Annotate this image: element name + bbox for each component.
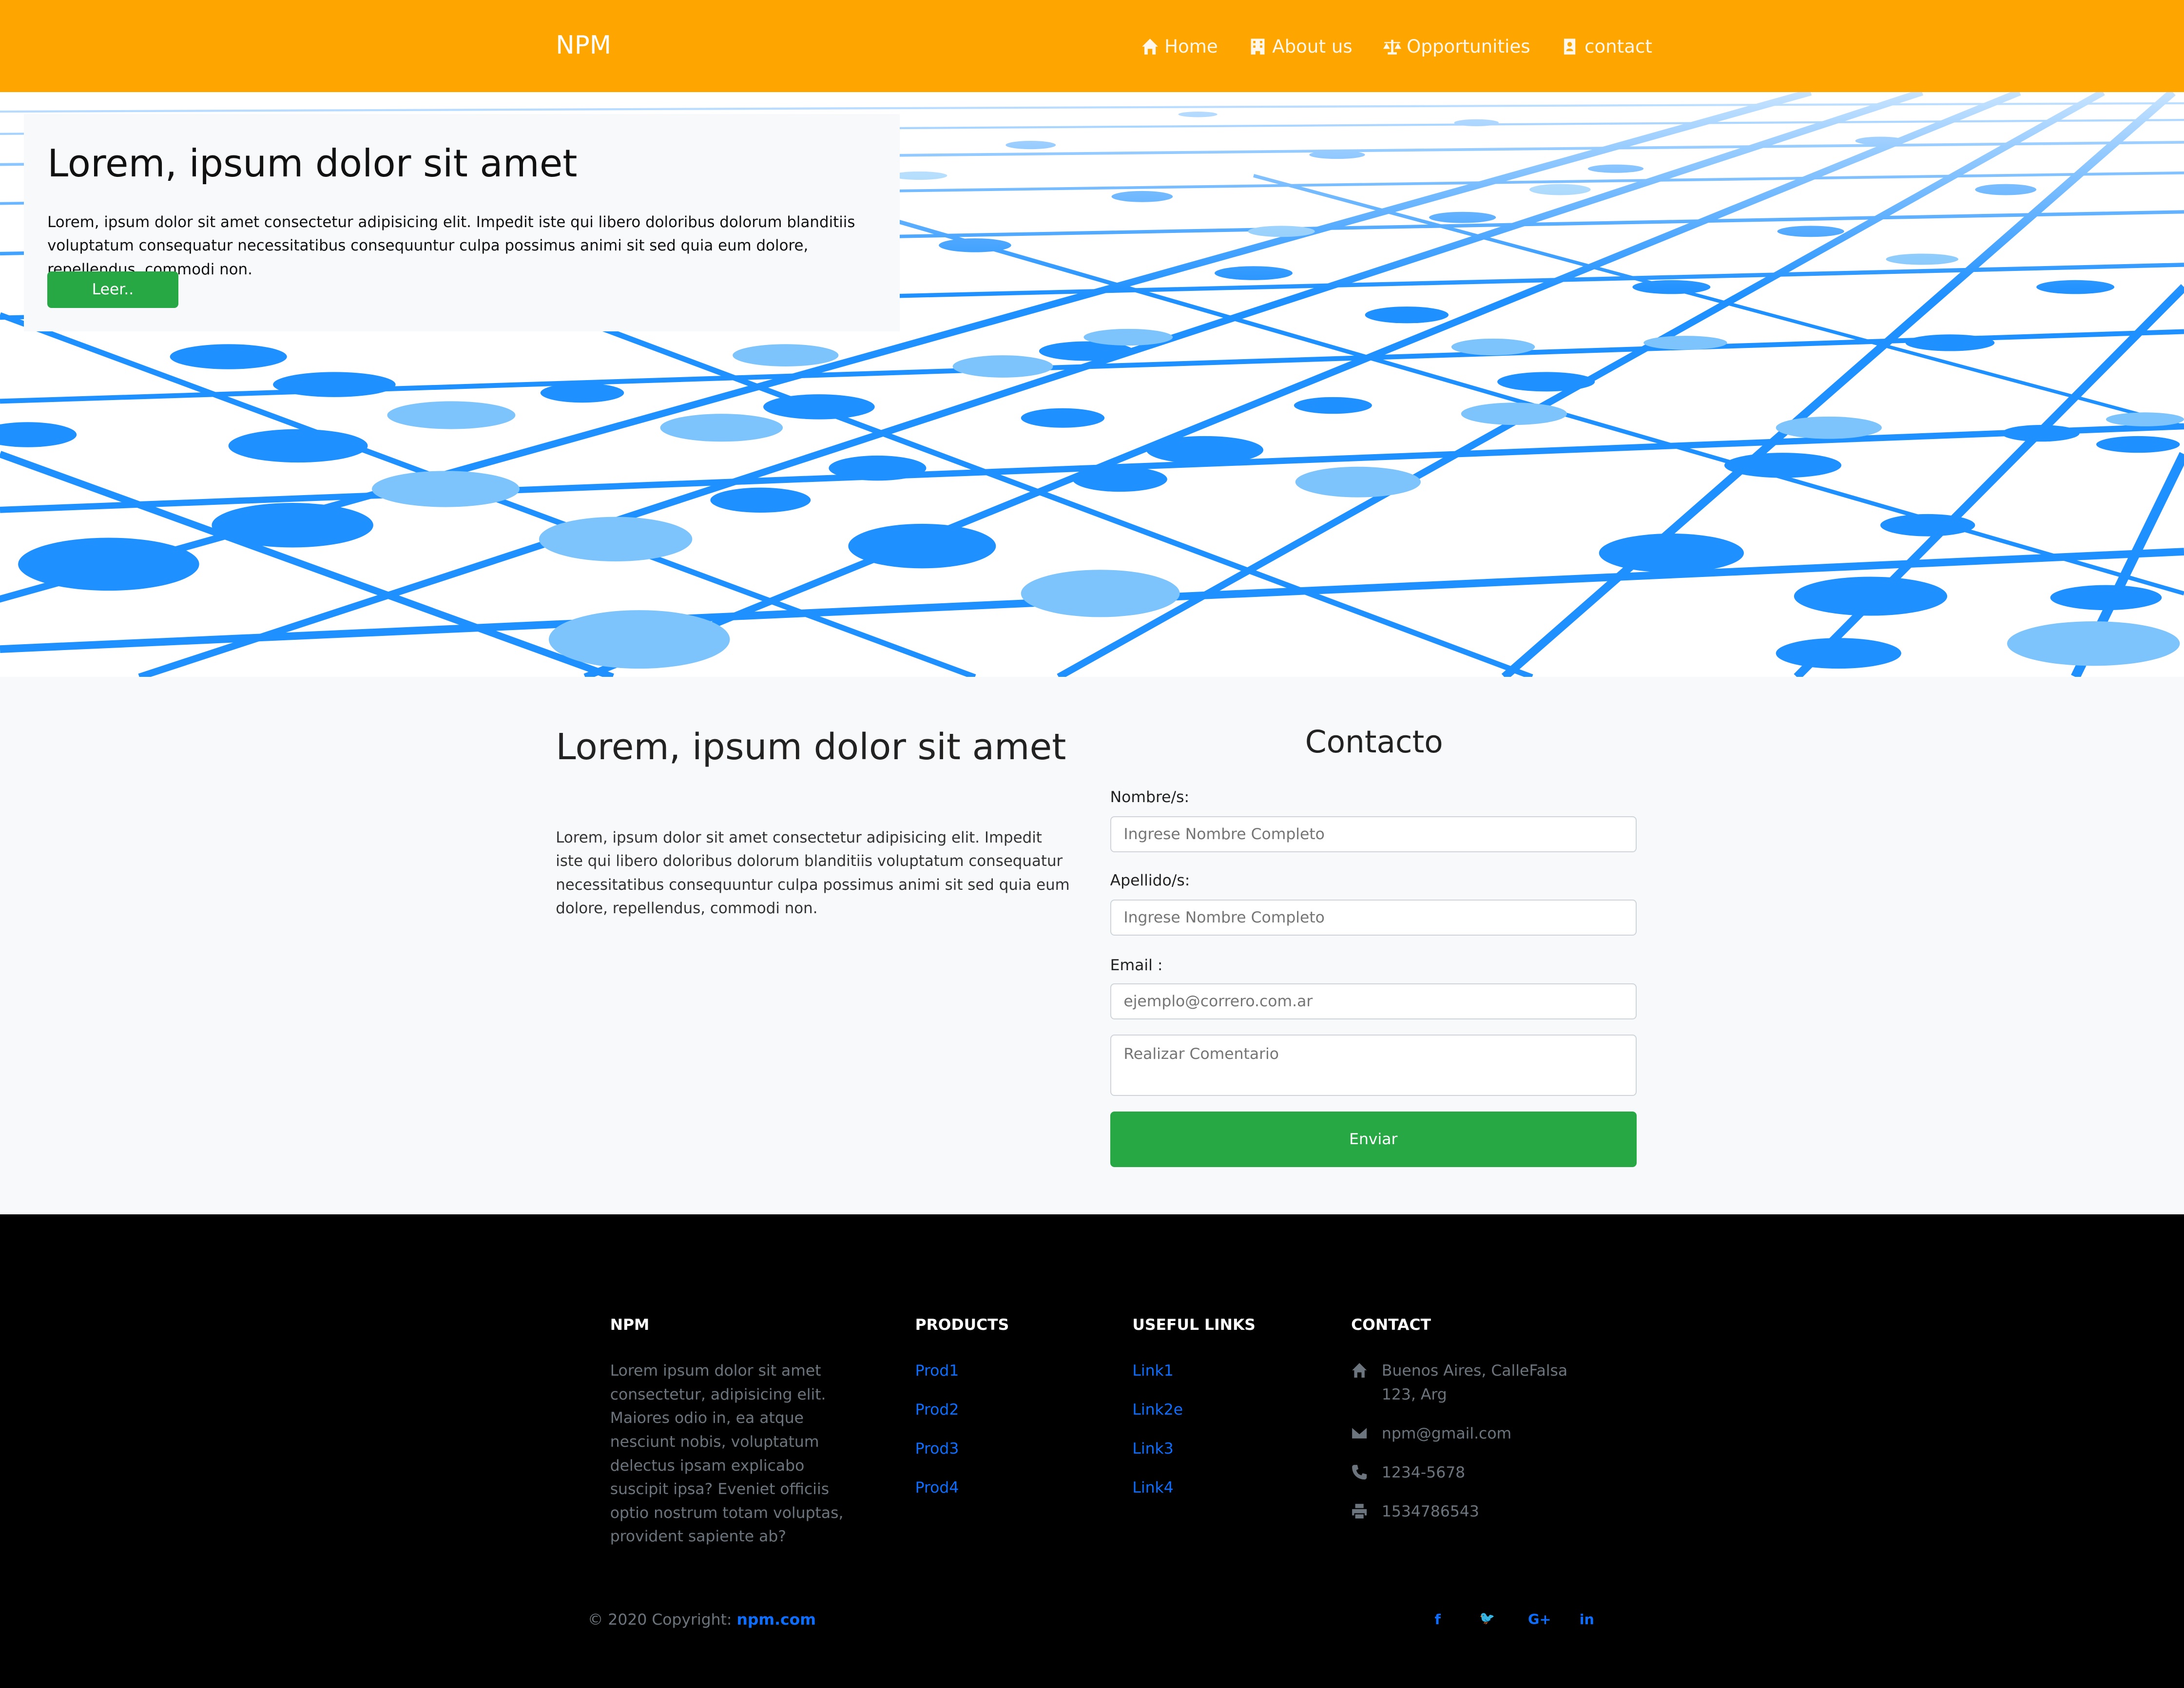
address-text: Buenos Aires, CalleFalsa 123, Arg [1381, 1362, 1568, 1403]
read-more-button[interactable]: Leer.. [47, 271, 178, 308]
email-label: Email : [1110, 957, 1163, 975]
footer-contact-heading: CONTACT [1351, 1316, 1431, 1334]
home-icon [1141, 38, 1158, 55]
useful-link[interactable]: Link1 [1132, 1362, 1173, 1380]
building-icon [1251, 38, 1265, 55]
footer-phone: 1234-5678 [1351, 1461, 1465, 1485]
linkedin-icon[interactable]: in [1580, 1611, 1594, 1628]
copyright-text: © 2020 Copyright: [587, 1611, 732, 1629]
email-text: npm@gmail.com [1381, 1424, 1512, 1442]
google-plus-icon[interactable]: G+ [1528, 1611, 1551, 1628]
footer: NPM Lorem ipsum dolor sit amet consectet… [0, 1214, 2184, 1688]
home-icon [1352, 1363, 1367, 1378]
copyright-link[interactable]: npm.com [736, 1611, 816, 1629]
address-book-icon [1564, 38, 1576, 55]
footer-address: Buenos Aires, CalleFalsa 123, Arg [1351, 1359, 1595, 1406]
nav-item-home[interactable]: Home [1141, 36, 1218, 57]
name-label: Nombre/s: [1110, 788, 1190, 806]
balance-scale-icon [1383, 39, 1401, 55]
hero-card: Lorem, ipsum dolor sit amet Lorem, ipsum… [23, 114, 900, 332]
footer-about-text: Lorem ipsum dolor sit amet consectetur, … [610, 1362, 844, 1546]
useful-link[interactable]: Link3 [1132, 1440, 1173, 1458]
lastname-field[interactable] [1110, 900, 1637, 936]
facebook-icon[interactable]: f [1435, 1611, 1441, 1628]
nav-item-label: About us [1272, 36, 1353, 58]
footer-fax: 1534786543 [1351, 1500, 1479, 1524]
footer-links-heading: USEFUL LINKS [1132, 1316, 1256, 1334]
phone-icon [1352, 1464, 1367, 1479]
nav-item-contact[interactable]: contact [1561, 36, 1652, 57]
navbar: NPM Home About us Opportunities contact [0, 0, 2184, 92]
twitter-icon[interactable]: 🐦 [1479, 1611, 1495, 1626]
name-field[interactable] [1110, 816, 1637, 852]
nav-item-label: Opportunities [1407, 36, 1530, 58]
main-title: Lorem, ipsum dolor sit amet [556, 725, 1066, 768]
nav-item-label: Home [1164, 36, 1218, 58]
copyright: © 2020 Copyright: npm.com [588, 1611, 816, 1629]
footer-products-heading: PRODUCTS [915, 1316, 1009, 1334]
hero-title: Lorem, ipsum dolor sit amet [47, 142, 578, 186]
product-link[interactable]: Prod1 [915, 1362, 959, 1380]
nav-menu: Home About us Opportunities contact [1141, 36, 1652, 57]
comment-field[interactable] [1110, 1035, 1637, 1096]
useful-link[interactable]: Link2e [1132, 1401, 1183, 1419]
nav-item-about[interactable]: About us [1249, 36, 1353, 57]
lastname-label: Apellido/s: [1110, 871, 1190, 889]
nav-item-opportunities[interactable]: Opportunities [1383, 36, 1530, 57]
navbar-brand[interactable]: NPM [556, 31, 611, 60]
main-text: Lorem, ipsum dolor sit amet consectetur … [556, 828, 1070, 918]
hero-text: Lorem, ipsum dolor sit amet consectetur … [47, 213, 855, 278]
send-button[interactable]: Enviar [1110, 1111, 1637, 1167]
email-field[interactable] [1110, 983, 1637, 1019]
nav-item-label: contact [1584, 36, 1652, 58]
footer-about-heading: NPM [610, 1316, 650, 1334]
envelope-icon [1352, 1427, 1367, 1439]
page: NPM Home About us Opportunities contact [0, 0, 2184, 1688]
footer-email: npm@gmail.com [1351, 1422, 1511, 1446]
phone-text: 1234-5678 [1381, 1463, 1466, 1481]
contact-form-title: Contacto [1305, 724, 1443, 760]
useful-link[interactable]: Link4 [1132, 1479, 1173, 1496]
print-icon [1352, 1503, 1367, 1518]
product-link[interactable]: Prod4 [915, 1479, 959, 1496]
product-link[interactable]: Prod2 [915, 1401, 959, 1419]
hero-section: Lorem, ipsum dolor sit amet Lorem, ipsum… [0, 92, 2184, 677]
fax-text: 1534786543 [1381, 1502, 1479, 1520]
product-link[interactable]: Prod3 [915, 1440, 959, 1458]
